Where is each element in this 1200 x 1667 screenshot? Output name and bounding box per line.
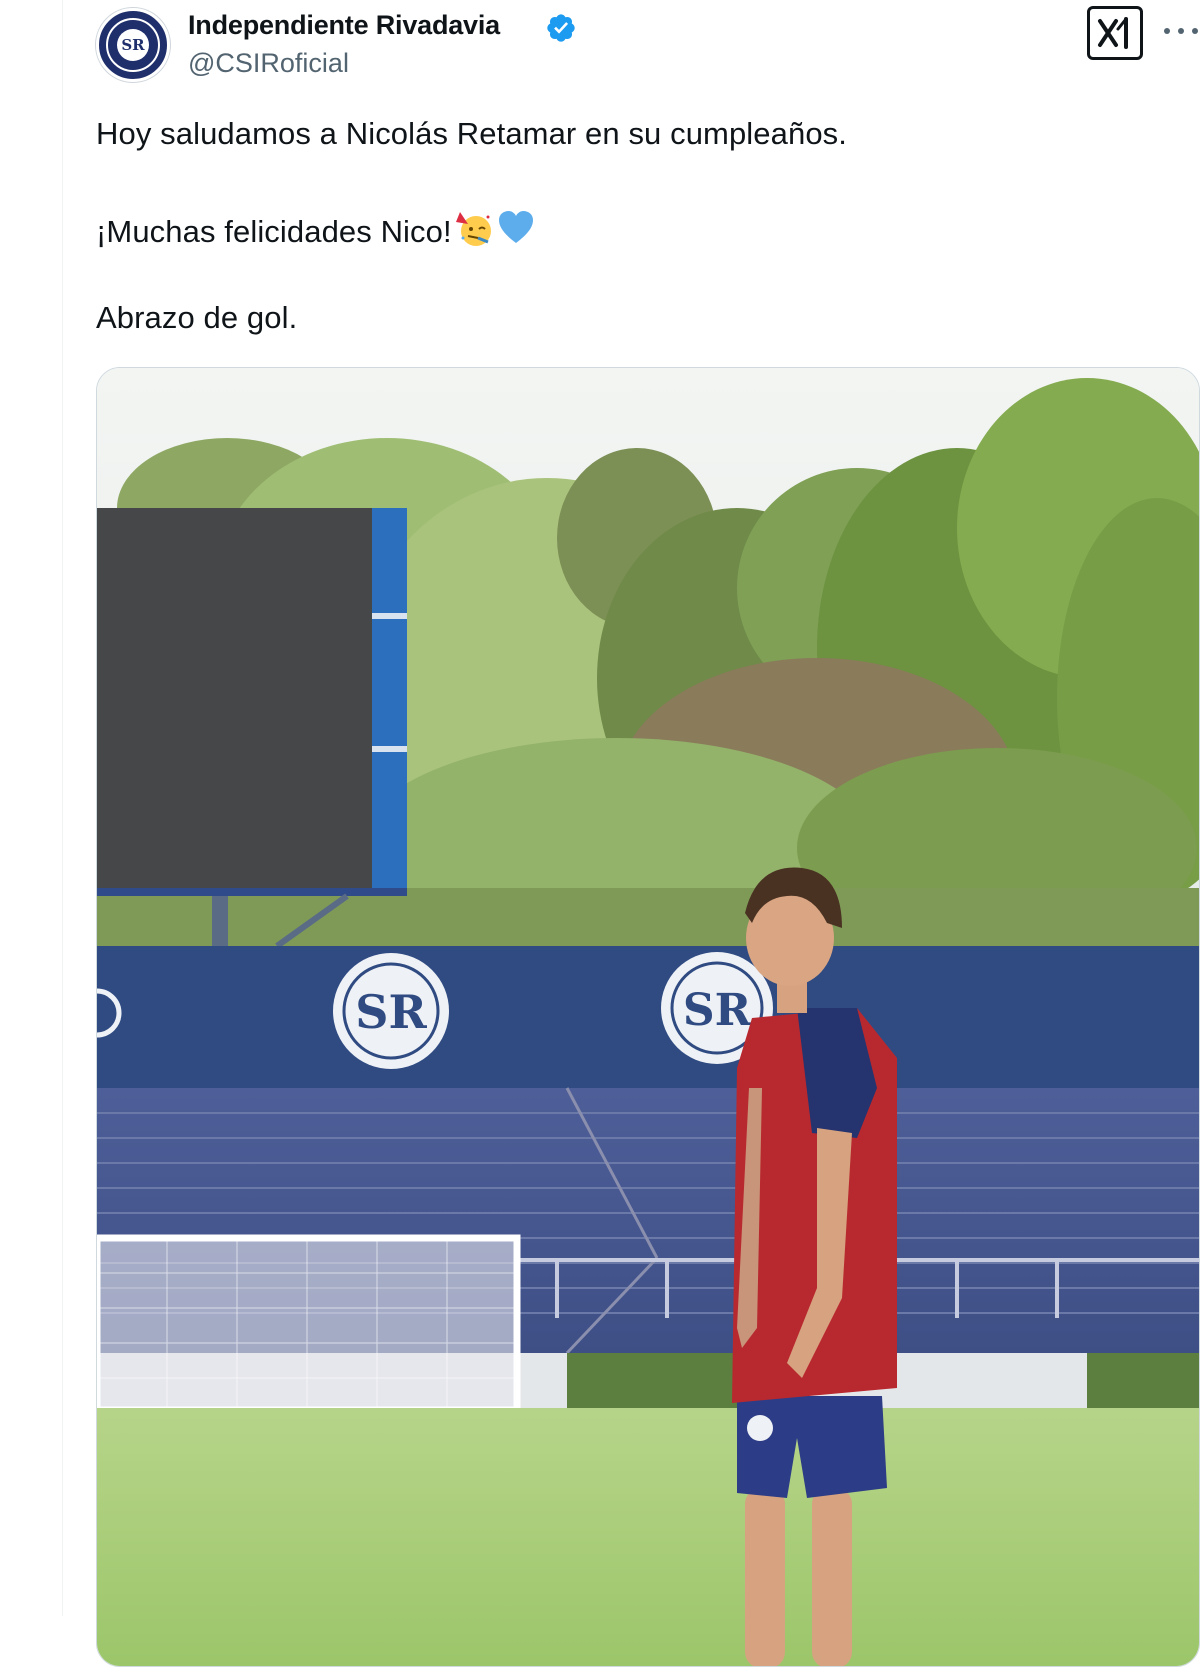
more-dot-icon [1178, 28, 1184, 34]
display-name[interactable]: Independiente Rivadavia [188, 10, 500, 41]
partying-face-emoji-icon [455, 212, 491, 246]
svg-text:SR: SR [355, 985, 427, 1039]
tweet-text-line-1: Hoy saludamos a Nicolás Retamar en su cu… [96, 116, 847, 151]
blue-heart-emoji-icon [498, 211, 533, 243]
tweet-text-line-2: ¡Muchas felicidades Nico! [96, 208, 536, 250]
svg-text:SR: SR [683, 985, 752, 1036]
grok-icon [1098, 17, 1128, 49]
grok-button[interactable] [1087, 6, 1143, 60]
stadium-photo: SR SR [97, 368, 1199, 1666]
tweet-photo[interactable]: SR SR [96, 367, 1200, 1667]
more-dot-icon [1192, 28, 1198, 34]
scoreboard [97, 508, 407, 949]
avatar[interactable]: SR [96, 8, 170, 82]
pitch-grass [97, 1408, 1199, 1666]
tweet-text-line-3: Abrazo de gol. [96, 300, 298, 335]
goal-net [97, 1234, 521, 1414]
more-options-button[interactable] [1164, 16, 1198, 46]
handle[interactable]: @CSIRoficial [188, 48, 349, 79]
timeline-divider [62, 0, 63, 1616]
tweet-text-line-2-text: ¡Muchas felicidades Nico! [96, 214, 452, 249]
stadium-banner-wall [97, 946, 1199, 1088]
avatar-monogram: SR [117, 29, 149, 61]
more-dot-icon [1164, 28, 1170, 34]
verified-badge-icon [547, 14, 575, 42]
